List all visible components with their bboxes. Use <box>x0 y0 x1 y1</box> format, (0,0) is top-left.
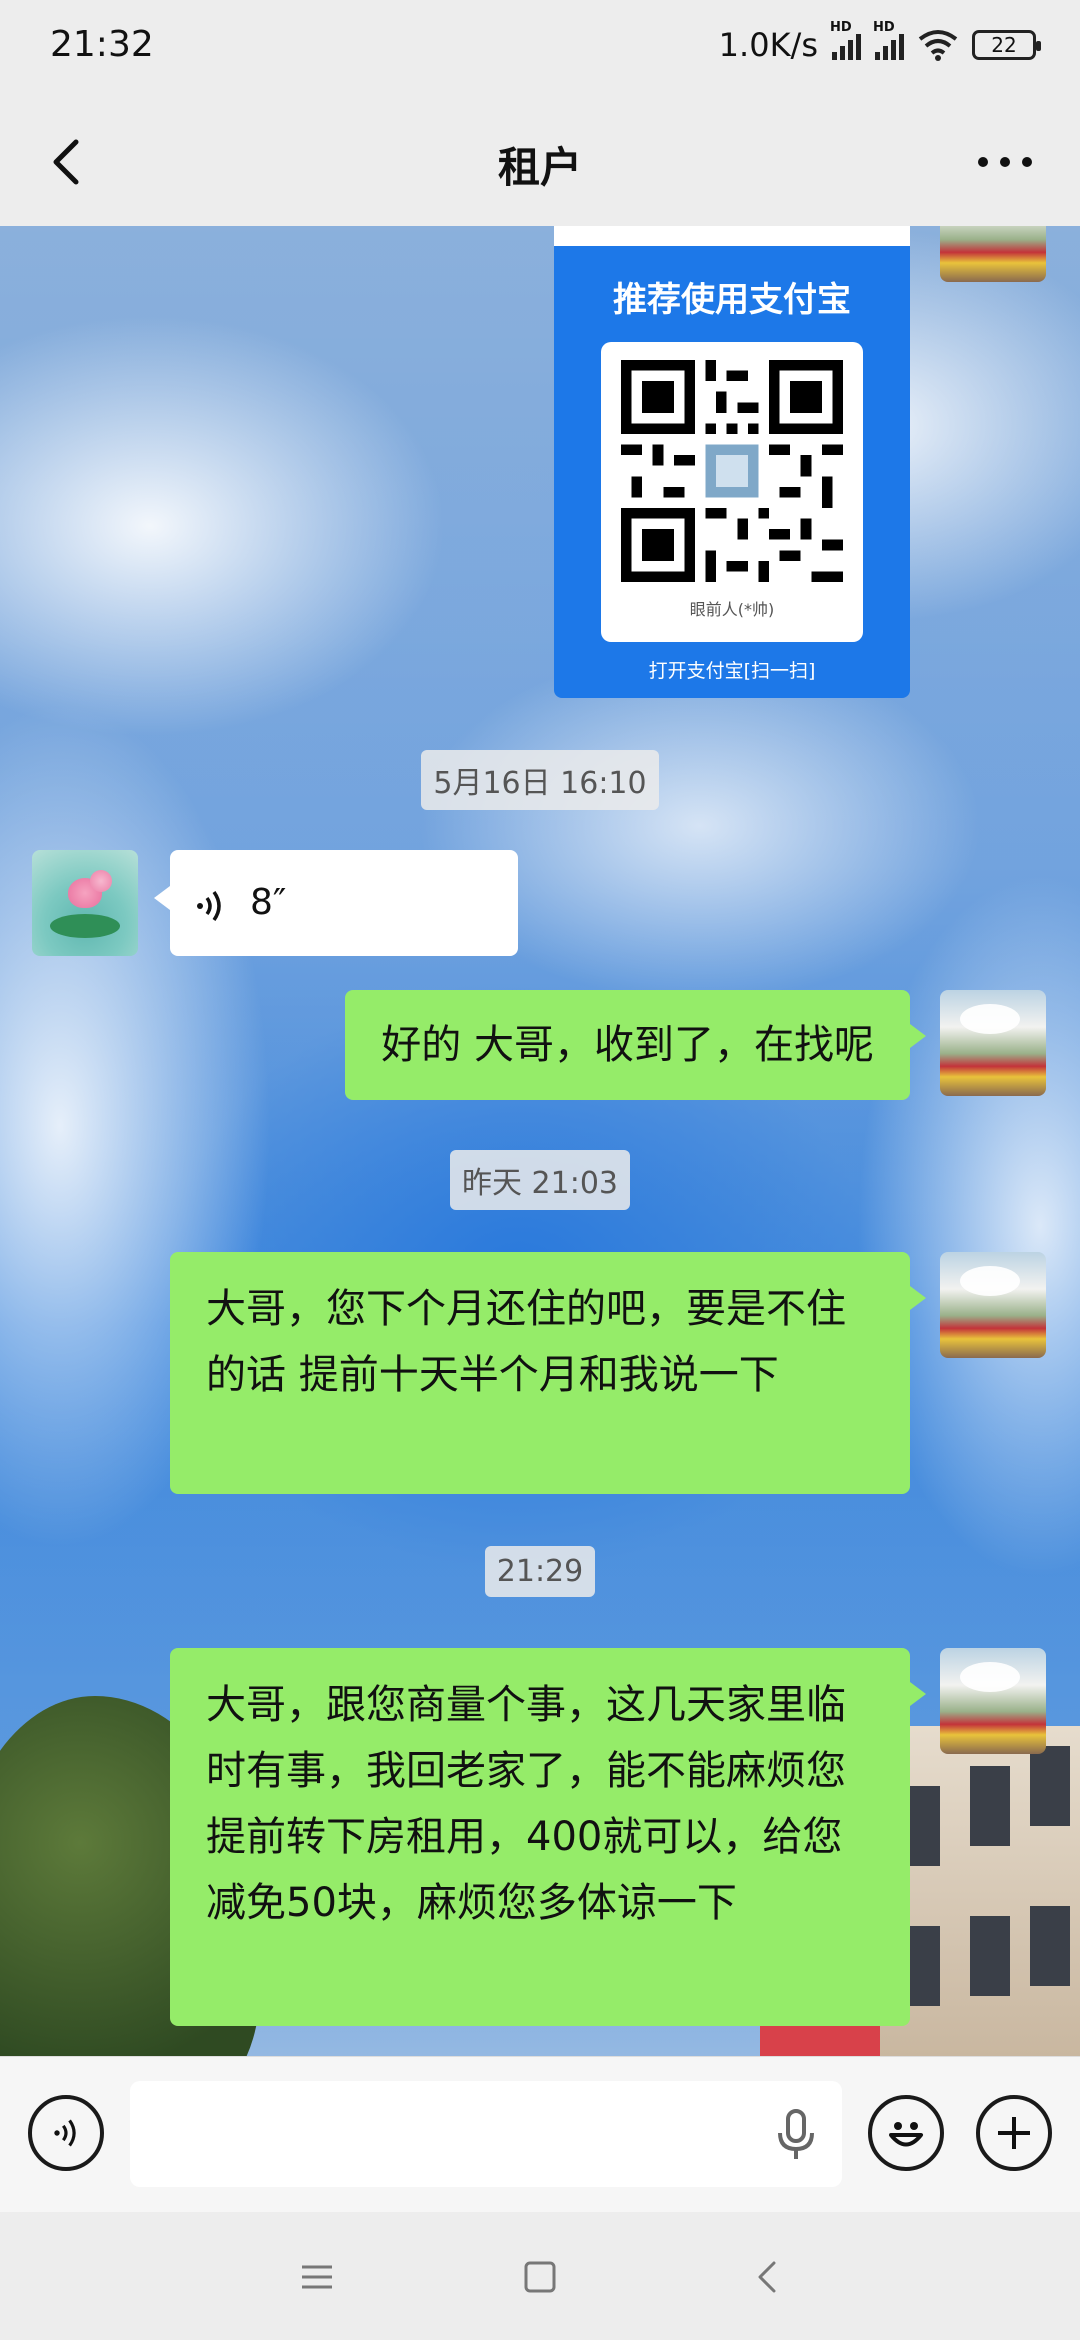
menu-icon <box>302 2265 332 2289</box>
qr-box: 眼前人(*帅) <box>601 342 863 642</box>
microphone-icon <box>778 2109 814 2159</box>
network-speed: 1.0K/s <box>718 26 818 64</box>
more-dot <box>1000 157 1010 167</box>
message-text: 大哥，您下个月还住的吧，要是不住的话 提前十天半个月和我说一下 <box>206 1286 846 1398</box>
voice-duration: 8″ <box>250 882 287 923</box>
my-avatar[interactable] <box>940 990 1046 1096</box>
status-indicators: 1.0K/s HD HD 22 <box>718 20 1041 64</box>
timestamp: 21:29 <box>0 1546 1080 1597</box>
emoji-icon <box>889 2122 923 2147</box>
input-bar <box>0 2056 1080 2212</box>
system-home-button[interactable] <box>515 2252 565 2302</box>
more-dot <box>1022 157 1032 167</box>
qr-owner-name: 眼前人(*帅) <box>689 600 775 619</box>
more-dots-icon <box>978 157 988 167</box>
back-triangle-icon <box>758 2261 776 2293</box>
emoji-button[interactable] <box>868 2095 944 2171</box>
timestamp-label: 5月16日 16:10 <box>421 750 659 810</box>
background-building <box>880 1726 1080 2056</box>
qr-code-message[interactable]: 推荐使用支付宝 眼前人(*帅) 打开支付宝[扫一扫] <box>554 226 910 698</box>
signal-icon: HD <box>873 20 904 60</box>
voice-icon <box>54 2119 76 2147</box>
system-back-button[interactable] <box>742 2252 792 2302</box>
more-button[interactable] <box>970 132 1040 192</box>
timestamp: 5月16日 16:10 <box>0 750 1080 810</box>
status-time: 21:32 <box>50 24 154 65</box>
system-menu-button[interactable] <box>292 2252 342 2302</box>
wifi-icon <box>918 30 958 61</box>
timestamp: 昨天 21:03 <box>0 1150 1080 1210</box>
my-avatar[interactable] <box>940 1252 1046 1358</box>
voice-message[interactable]: 8″ <box>154 850 518 956</box>
qr-code-image <box>621 360 843 582</box>
plus-button[interactable] <box>976 2095 1052 2171</box>
avatar-lotus-bud <box>90 870 112 892</box>
my-message[interactable]: 大哥，跟您商量个事，这几天家里临时有事，我回老家了，能不能麻烦您提前转下房租用，… <box>170 1648 926 2026</box>
message-text: 好的 大哥，收到了，在找呢 <box>381 1022 874 1068</box>
plus-icon <box>998 2117 1030 2149</box>
timestamp-label: 昨天 21:03 <box>450 1150 630 1210</box>
signal-icon: HD <box>830 20 861 60</box>
timestamp-label: 21:29 <box>484 1546 596 1597</box>
qr-card-footer: 打开支付宝[扫一扫] <box>648 660 816 682</box>
message-text: 大哥，跟您商量个事，这几天家里临时有事，我回老家了，能不能麻烦您提前转下房租用，… <box>206 1682 846 1926</box>
battery-icon: 22 <box>972 30 1041 60</box>
my-message[interactable]: 好的 大哥，收到了，在找呢 <box>345 990 926 1100</box>
status-bar: 21:32 1.0K/s HD HD 22 <box>0 0 1080 100</box>
my-message[interactable]: 大哥，您下个月还住的吧，要是不住的话 提前十天半个月和我说一下 <box>170 1252 926 1494</box>
peer-avatar[interactable] <box>32 850 138 956</box>
battery-level: 22 <box>991 33 1017 57</box>
home-square-icon <box>524 2261 556 2293</box>
my-avatar[interactable] <box>940 1648 1046 1754</box>
avatar-leaf <box>50 914 120 938</box>
voice-toggle-button[interactable] <box>28 2095 104 2171</box>
qr-card-title: 推荐使用支付宝 <box>613 280 851 320</box>
my-avatar[interactable] <box>940 226 1046 282</box>
qr-card-top <box>554 226 910 246</box>
microphone-button[interactable] <box>772 2107 820 2163</box>
chat-area[interactable]: 推荐使用支付宝 眼前人(*帅) 打开支付宝[扫一扫] 5月16日 16:10 8… <box>0 226 1080 2056</box>
signal-hd-label: HD <box>830 20 852 35</box>
system-navigation <box>0 2212 1080 2340</box>
chat-title: 租户 <box>497 143 582 192</box>
message-input[interactable] <box>130 2081 842 2187</box>
voice-icon <box>197 890 221 922</box>
signal-hd-label: HD <box>873 20 895 35</box>
nav-bar: 租户 <box>0 100 1080 226</box>
